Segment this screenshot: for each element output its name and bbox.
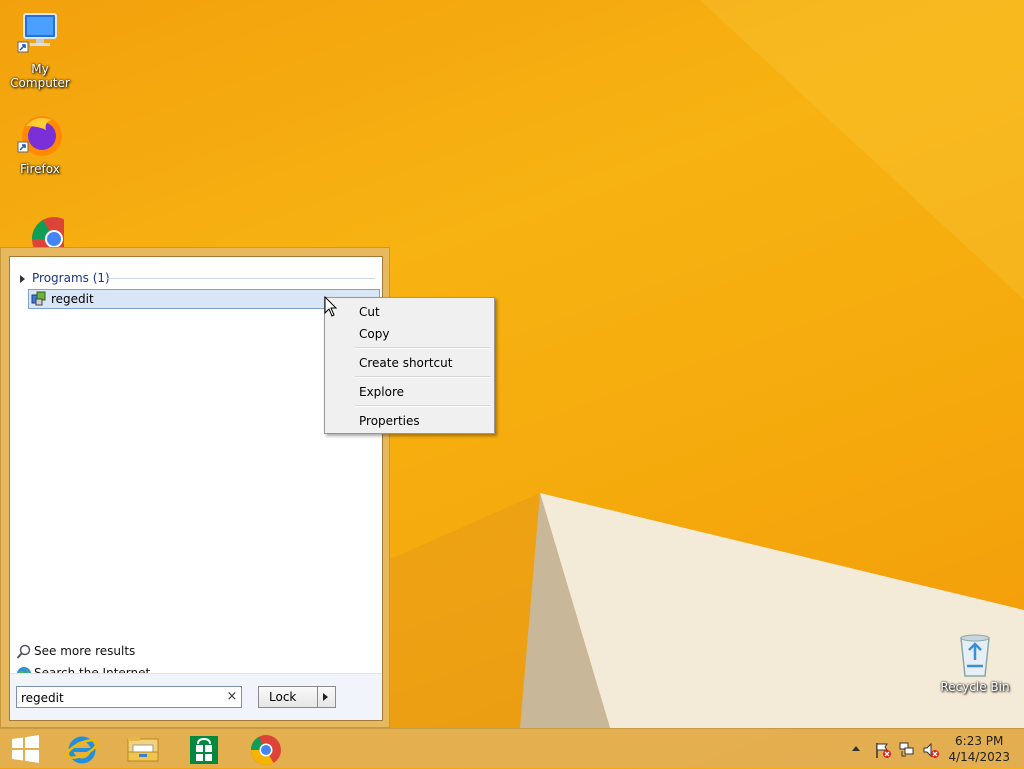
store-icon (190, 736, 218, 764)
taskbar-store[interactable] (178, 732, 230, 766)
desktop-icon-label: Firefox (20, 162, 60, 176)
taskbar-internet-explorer[interactable] (56, 732, 108, 766)
taskbar-chrome[interactable] (240, 732, 292, 766)
see-more-label: See more results (34, 644, 136, 658)
context-menu-item-create-shortcut[interactable]: Create shortcut (327, 352, 492, 373)
search-icon (16, 644, 32, 663)
show-hidden-icons-arrow-icon[interactable] (852, 746, 860, 751)
menu-separator (355, 347, 491, 349)
clear-search-icon[interactable]: × (224, 687, 240, 707)
section-label: Programs (1) (32, 271, 110, 285)
section-divider (106, 278, 375, 279)
taskbar-file-explorer[interactable] (117, 732, 169, 766)
clock-time: 6:23 PM (955, 734, 1004, 748)
expand-arrow-icon (20, 275, 25, 283)
context-menu-item-cut[interactable]: Cut (327, 301, 492, 322)
menu-item-label: Copy (359, 327, 390, 341)
programs-section-header[interactable]: Programs (1) (10, 269, 375, 289)
regedit-icon (31, 291, 47, 310)
network-icon[interactable] (898, 741, 916, 759)
windows-start-icon (12, 735, 39, 763)
mouse-cursor-icon (324, 296, 338, 317)
menu-item-label: Create shortcut (359, 356, 453, 370)
desktop-icon-my-computer[interactable]: My Computer (0, 12, 80, 90)
start-button[interactable] (0, 732, 52, 766)
search-input[interactable] (16, 686, 242, 708)
menu-separator (355, 405, 491, 407)
computer-icon (16, 12, 64, 60)
menu-item-label: Explore (359, 385, 405, 399)
action-center-flag-icon[interactable] (874, 741, 892, 759)
volume-muted-icon[interactable] (922, 741, 940, 759)
taskbar: 6:23 PM 4/14/2023 (0, 728, 1024, 768)
lock-button[interactable]: Lock (258, 686, 336, 708)
system-tray (848, 729, 948, 769)
menu-item-label: Properties (359, 414, 420, 428)
context-menu-item-properties[interactable]: Properties (327, 410, 492, 431)
recycle-bin-icon (951, 630, 999, 678)
power-options-arrow-icon[interactable] (323, 693, 328, 701)
lock-label: Lock (269, 690, 297, 704)
button-divider (317, 687, 318, 707)
file-explorer-icon (127, 737, 159, 762)
result-label: regedit (51, 292, 94, 306)
taskbar-clock[interactable]: 6:23 PM 4/14/2023 (948, 733, 1010, 765)
menu-item-label: Cut (359, 305, 380, 319)
context-menu-item-copy[interactable]: Copy (327, 323, 492, 344)
internet-explorer-icon (66, 736, 98, 764)
context-menu: Cut Copy Create shortcut Explore Propert… (324, 297, 495, 434)
desktop-icon-label: My Computer (10, 62, 70, 90)
context-menu-item-explore[interactable]: Explore (327, 381, 492, 402)
chrome-icon (251, 735, 281, 766)
firefox-icon (16, 112, 64, 160)
search-bar: × Lock (10, 673, 382, 720)
clock-date: 4/14/2023 (948, 750, 1010, 764)
menu-separator (355, 376, 491, 378)
desktop-icon-firefox[interactable]: Firefox (0, 112, 80, 176)
desktop-icon-recycle-bin[interactable]: Recycle Bin (935, 630, 1015, 694)
desktop-icon-label: Recycle Bin (940, 680, 1010, 694)
